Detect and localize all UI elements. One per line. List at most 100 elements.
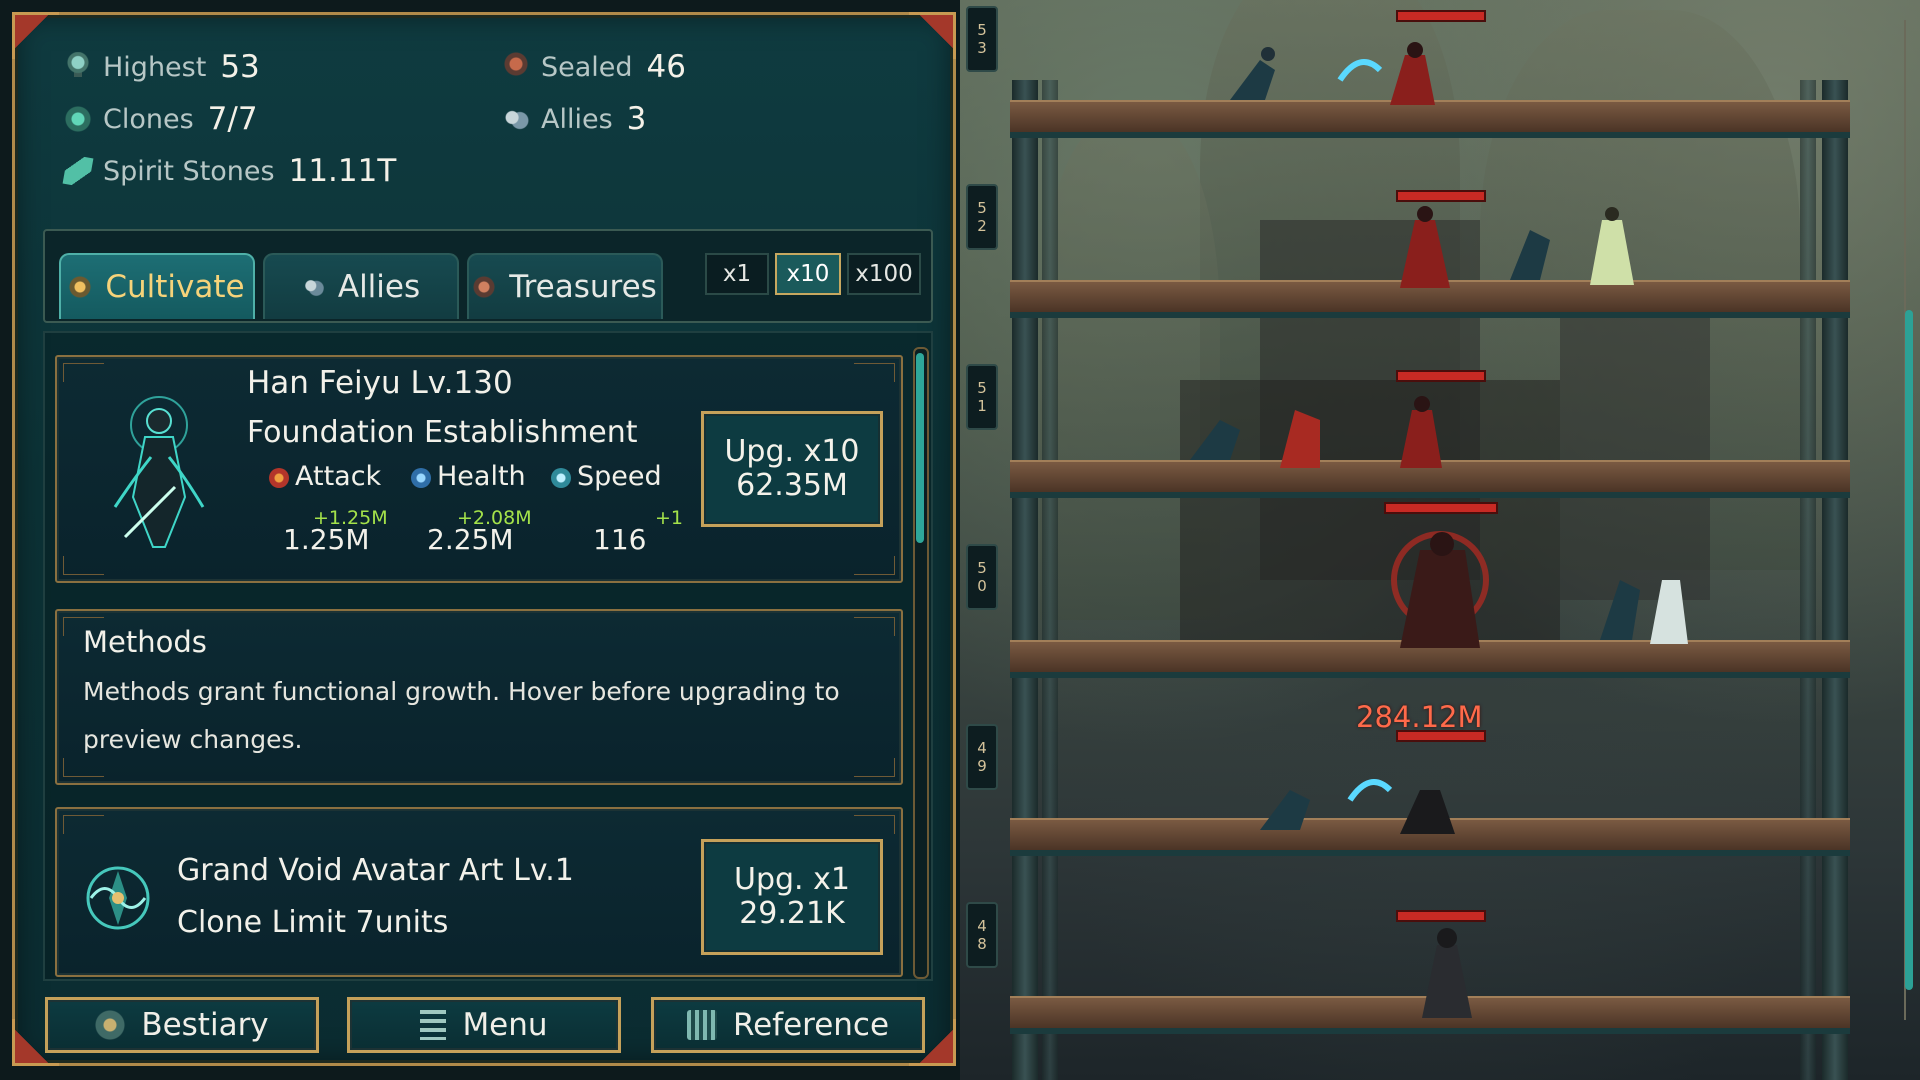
lamp-icon	[65, 52, 91, 82]
stat-health: Health	[411, 461, 526, 492]
stat-clones: Clones 7/7	[65, 101, 258, 137]
floor-number-51: 51	[966, 364, 998, 430]
tab-label: Treasures	[509, 269, 657, 305]
battle-fighters	[1391, 531, 1688, 648]
menu-icon	[420, 1010, 447, 1040]
tower-pillar	[1012, 80, 1038, 1080]
stat-value: 3	[626, 101, 647, 137]
stat-label: Health	[437, 461, 526, 492]
floor-number-49: 49	[966, 724, 998, 790]
stat-value: 7/7	[207, 101, 258, 137]
attack-icon	[269, 467, 289, 488]
bestiary-button[interactable]: Bestiary	[45, 997, 319, 1053]
void-art-icon	[86, 866, 150, 930]
methods-description: Methods grant functional growth. Hover b…	[83, 677, 840, 706]
tab-cultivate[interactable]: Cultivate	[59, 253, 255, 319]
cultivation-panel: Highest 53 Sealed 46 Clones 7/7 Allies 3…	[12, 12, 956, 1066]
stat-label: Speed	[577, 461, 662, 492]
methods-title: Methods	[83, 625, 207, 659]
upgrade-cost: 62.35M	[736, 468, 848, 503]
stat-attack: Attack	[269, 461, 381, 492]
hero-card: Han Feiyu Lv.130 Foundation Establishmen…	[55, 355, 903, 583]
stat-label: Highest	[103, 51, 207, 83]
treasure-icon	[473, 274, 496, 300]
battle-fighters	[1400, 206, 1634, 288]
button-label: Bestiary	[141, 1007, 269, 1043]
battle-fighters	[1260, 779, 1455, 834]
reference-button[interactable]: Reference	[651, 997, 925, 1053]
enemy-health-bar	[1384, 502, 1498, 514]
upgrade-method-button[interactable]: Upg. x1 29.21K	[701, 839, 883, 955]
tab-allies[interactable]: Allies	[263, 253, 459, 319]
stat-sealed: Sealed 46	[503, 49, 686, 85]
stat-value: 53	[220, 49, 260, 85]
panel-corner-ornament	[12, 12, 59, 59]
stat-label: Attack	[295, 461, 382, 492]
multiplier-x100-button[interactable]: x100	[847, 253, 921, 295]
upgrade-cost: 29.21K	[739, 896, 845, 931]
menu-button[interactable]: Menu	[347, 997, 621, 1053]
tower-pillar	[1822, 80, 1848, 1080]
floor-number-50: 50	[966, 544, 998, 610]
speed-bonus: +1	[655, 507, 684, 529]
tab-bar: Cultivate Allies Treasures x1 x10 x100	[43, 229, 933, 323]
stat-value: 46	[646, 49, 686, 85]
stat-allies: Allies 3	[503, 101, 646, 137]
allies-icon	[503, 104, 529, 134]
health-icon	[411, 467, 431, 488]
clone-icon	[65, 104, 91, 134]
panel-corner-ornament	[909, 12, 956, 59]
floor-number-53: 53	[966, 6, 998, 72]
stat-speed: Speed	[551, 461, 662, 492]
method-card-grand-void: Grand Void Avatar Art Lv.1 Clone Limit 7…	[55, 807, 903, 977]
scrollbar-thumb[interactable]	[916, 353, 924, 543]
battle-fighters	[1190, 396, 1442, 468]
hero-portrait	[113, 396, 205, 548]
method-name: Grand Void Avatar Art Lv.1	[177, 853, 574, 888]
scrollbar-thumb[interactable]	[1905, 310, 1913, 990]
stat-label: Clones	[103, 103, 194, 135]
floor-number-48: 48	[966, 902, 998, 968]
floor-number-52: 52	[966, 184, 998, 250]
list-scrollbar[interactable]	[913, 347, 929, 979]
cultivate-icon	[69, 274, 92, 300]
health-value: 2.25M	[427, 523, 514, 556]
stat-highest: Highest 53	[65, 49, 260, 85]
upgrade-hero-button[interactable]: Upg. x10 62.35M	[701, 411, 883, 527]
attack-value: 1.25M	[283, 523, 370, 556]
enemy-figure	[1422, 928, 1472, 1018]
battle-fighters	[1230, 42, 1435, 105]
multiplier-x10-button[interactable]: x10	[775, 253, 841, 295]
damage-number: 284.12M	[1356, 700, 1483, 734]
multiplier-x1-button[interactable]: x1	[705, 253, 769, 295]
methods-card: Methods Methods grant functional growth.…	[55, 609, 903, 785]
button-label: Reference	[732, 1007, 890, 1043]
method-effect: Clone Limit 7units	[177, 905, 449, 940]
tab-label: Cultivate	[105, 269, 245, 305]
enemy-health-bar	[1396, 10, 1486, 22]
stat-spirit-stones: Spirit Stones 11.11T	[62, 153, 397, 189]
seal-icon	[503, 52, 529, 82]
enemy-health-bar	[1396, 370, 1486, 382]
tower-battle-scene: 53 52 51 50 49 48 284.12M	[960, 0, 1920, 1080]
hero-realm: Foundation Establishment	[247, 415, 638, 450]
spirit-stone-icon	[62, 153, 94, 189]
allies-icon	[301, 274, 324, 300]
methods-description-cont: preview changes.	[83, 725, 303, 754]
hero-name: Han Feiyu Lv.130	[247, 365, 513, 401]
stat-label: Sealed	[541, 51, 633, 83]
upgrade-list: Han Feiyu Lv.130 Foundation Establishmen…	[43, 331, 933, 981]
tower-scrollbar[interactable]	[1904, 20, 1916, 1020]
bestiary-icon	[95, 1010, 126, 1040]
reference-icon	[686, 1010, 717, 1040]
tab-treasures[interactable]: Treasures	[467, 253, 663, 319]
speed-icon	[551, 467, 571, 488]
upgrade-label: Upg. x10	[724, 434, 860, 469]
stat-label: Spirit Stones	[103, 155, 275, 187]
speed-value: 116	[593, 523, 647, 556]
stat-value: 11.11T	[288, 153, 397, 189]
stat-label: Allies	[541, 103, 613, 135]
button-label: Menu	[462, 1007, 548, 1043]
upgrade-label: Upg. x1	[734, 862, 850, 897]
tab-label: Allies	[337, 269, 421, 305]
